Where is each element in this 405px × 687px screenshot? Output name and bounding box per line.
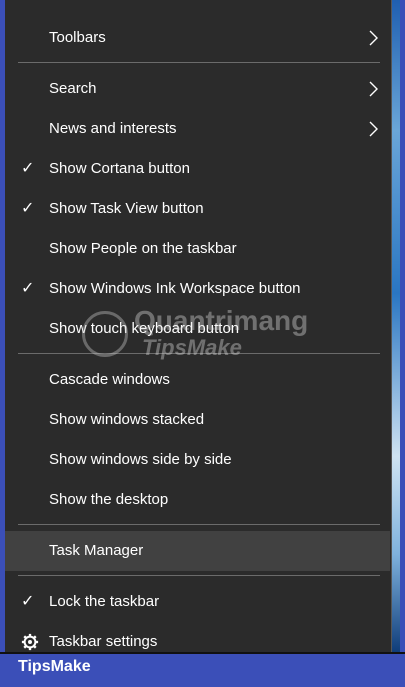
gear-icon bbox=[21, 633, 39, 651]
menu-item-search[interactable]: Search bbox=[5, 69, 390, 109]
brand-logo-text: TipsMake bbox=[18, 658, 91, 675]
menu-item-show-cortana[interactable]: ✓ Show Cortana button bbox=[5, 149, 390, 189]
menu-item-label: News and interests bbox=[49, 120, 177, 137]
desktop-background-strip bbox=[391, 0, 400, 652]
menu-item-label: Lock the taskbar bbox=[49, 593, 160, 610]
menu-item-show-touch-keyboard[interactable]: Show touch keyboard button bbox=[5, 309, 390, 349]
chevron-right-icon bbox=[369, 121, 378, 137]
menu-item-label: Task Manager bbox=[49, 542, 144, 559]
checkmark-icon: ✓ bbox=[21, 593, 35, 610]
checkmark-icon: ✓ bbox=[21, 160, 35, 177]
menu-item-news-and-interests[interactable]: News and interests bbox=[5, 109, 390, 149]
menu-item-show-ink-workspace[interactable]: ✓ Show Windows Ink Workspace button bbox=[5, 269, 390, 309]
menu-item-show-task-view[interactable]: ✓ Show Task View button bbox=[5, 189, 390, 229]
checkmark-icon: ✓ bbox=[21, 280, 35, 297]
menu-item-lock-taskbar[interactable]: ✓ Lock the taskbar bbox=[5, 582, 390, 622]
checkmark-icon: ✓ bbox=[21, 200, 35, 217]
menu-item-label: Show the desktop bbox=[49, 491, 169, 508]
menu-item-show-people[interactable]: Show People on the taskbar bbox=[5, 229, 390, 269]
menu-separator bbox=[18, 575, 380, 576]
menu-separator bbox=[18, 62, 380, 63]
menu-item-windows-stacked[interactable]: Show windows stacked bbox=[5, 400, 390, 440]
menu-item-taskbar-settings[interactable]: Taskbar settings bbox=[5, 622, 390, 652]
menu-item-label: Show windows stacked bbox=[49, 411, 205, 428]
menu-item-windows-side-by-side[interactable]: Show windows side by side bbox=[5, 440, 390, 480]
menu-item-label: Show windows side by side bbox=[49, 451, 232, 468]
menu-item-label: Show touch keyboard button bbox=[49, 320, 240, 337]
menu-item-task-manager[interactable]: Task Manager bbox=[5, 531, 390, 571]
menu-item-show-desktop[interactable]: Show the desktop bbox=[5, 480, 390, 520]
menu-item-label: Cascade windows bbox=[49, 371, 170, 388]
menu-separator bbox=[18, 353, 380, 354]
menu-item-cascade-windows[interactable]: Cascade windows bbox=[5, 360, 390, 400]
chevron-right-icon bbox=[369, 30, 378, 46]
menu-separator bbox=[18, 524, 380, 525]
menu-item-toolbars[interactable]: Toolbars bbox=[5, 18, 390, 58]
menu-item-label: Toolbars bbox=[49, 29, 106, 46]
chevron-right-icon bbox=[369, 81, 378, 97]
menu-item-label: Show Cortana button bbox=[49, 160, 190, 177]
menu-item-label: Taskbar settings bbox=[49, 633, 158, 650]
brand-bar: TipsMake bbox=[0, 652, 405, 687]
menu-item-label: Show Task View button bbox=[49, 200, 204, 217]
menu-item-label: Show People on the taskbar bbox=[49, 240, 237, 257]
menu-item-label: Search bbox=[49, 80, 97, 97]
menu-item-label: Show Windows Ink Workspace button bbox=[49, 280, 301, 297]
